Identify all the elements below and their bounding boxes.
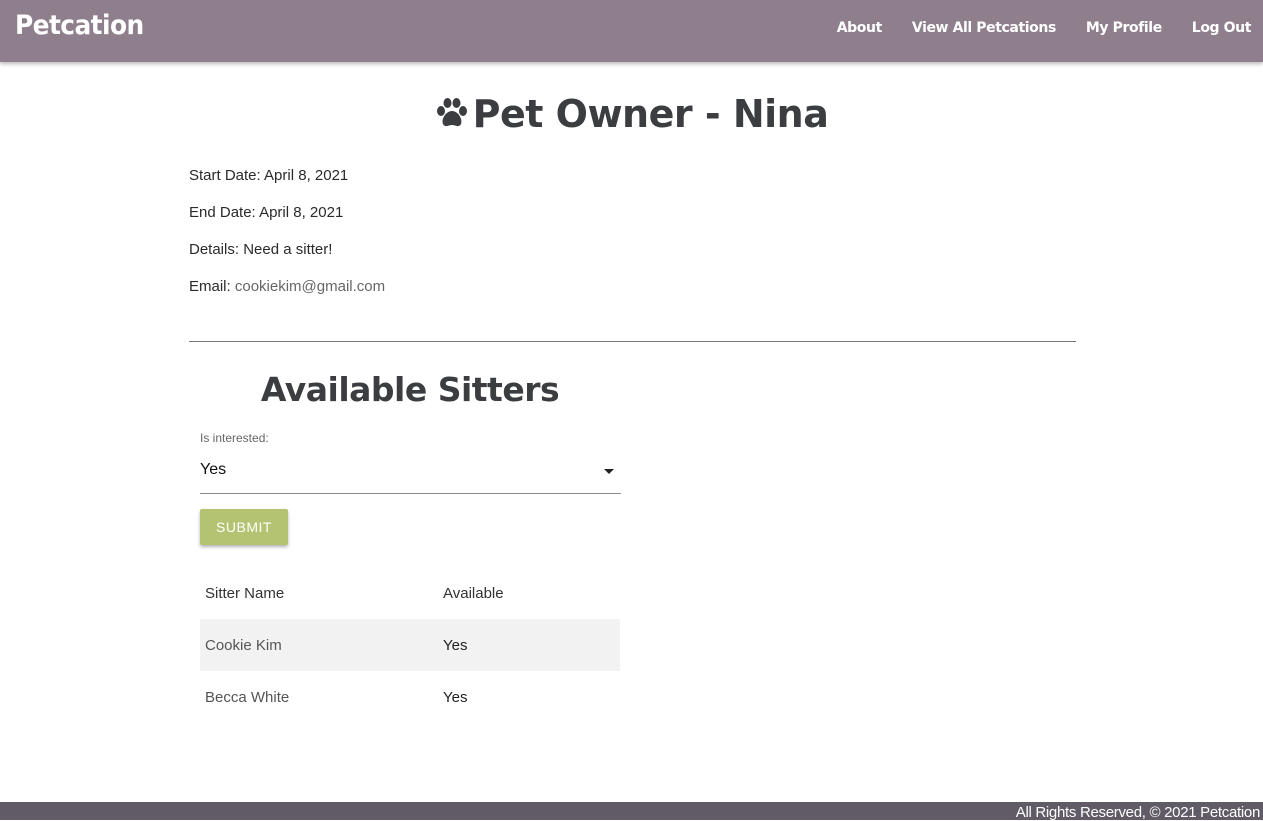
email-label: Email: <box>189 278 231 295</box>
is-interested-selected-value: Yes <box>200 461 227 478</box>
email-link[interactable]: cookiekim@gmail.com <box>235 278 385 295</box>
table-header-row: Sitter Name Available <box>200 567 620 619</box>
start-date-row: Start Date: April 8, 2021 <box>189 166 385 185</box>
footer-copyright: All Rights Reserved, © 2021 Petcation <box>1015 804 1261 821</box>
column-header-sitter-name: Sitter Name <box>205 584 285 602</box>
start-date-value: April 8, 2021 <box>264 167 349 184</box>
available-sitters-heading: Available Sitters <box>260 370 560 409</box>
column-header-available: Available <box>443 584 504 602</box>
sitter-name-cell: Cookie Kim <box>200 619 438 671</box>
paw-icon <box>435 94 469 138</box>
nav-link-view-all-petcations[interactable]: View All Petcations <box>912 20 1056 36</box>
page-title: Pet Owner - Nina <box>0 92 1263 138</box>
nav-link-about[interactable]: About <box>837 20 883 36</box>
is-interested-select[interactable]: Yes <box>200 457 621 494</box>
submit-button[interactable]: SUBMIT <box>200 509 288 545</box>
details-row: Details: Need a sitter! <box>189 240 385 259</box>
end-date-row: End Date: April 8, 2021 <box>189 203 385 222</box>
end-date-value: April 8, 2021 <box>259 204 344 221</box>
petcation-details: Start Date: April 8, 2021 End Date: Apri… <box>189 166 385 314</box>
end-date-label: End Date: <box>189 204 256 221</box>
sitter-available-cell: Yes <box>438 619 620 671</box>
sitters-table: Sitter Name Available Cookie Kim Yes Bec… <box>200 567 620 723</box>
nav-link-log-out[interactable]: Log Out <box>1192 20 1252 36</box>
page-footer: All Rights Reserved, © 2021 Petcation <box>0 802 1263 821</box>
email-row: Email: cookiekim@gmail.com <box>189 277 385 296</box>
sitter-available-cell: Yes <box>443 688 468 706</box>
start-date-label: Start Date: <box>189 167 261 184</box>
table-row: Becca White Yes <box>200 671 620 723</box>
dropdown-arrow-icon <box>604 469 614 474</box>
nav-link-my-profile[interactable]: My Profile <box>1086 20 1162 36</box>
sitter-name-cell: Becca White <box>205 688 290 706</box>
section-divider <box>189 341 1076 342</box>
is-interested-label: Is interested: <box>200 431 269 445</box>
top-navbar: Petcation About View All Petcations My P… <box>0 0 1263 62</box>
brand-logo-link[interactable]: Petcation <box>15 10 144 41</box>
nav-links: About View All Petcations My Profile Log… <box>837 20 1252 36</box>
table-row: Cookie Kim Yes <box>200 619 620 671</box>
page-title-text: Pet Owner - Nina <box>472 92 829 136</box>
details-label: Details: <box>189 241 240 258</box>
details-value: Need a sitter! <box>243 241 333 258</box>
